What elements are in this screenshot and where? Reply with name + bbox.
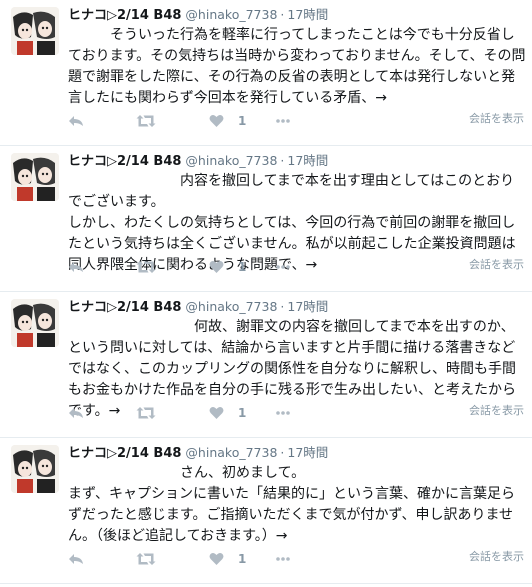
heart-icon <box>209 407 224 419</box>
user-handle[interactable]: @hinako_7738 <box>185 299 277 314</box>
reply-icon <box>69 262 83 272</box>
reply-button[interactable] <box>68 404 84 422</box>
more-dots-icon <box>276 265 290 269</box>
user-handle[interactable]: @hinako_7738 <box>185 153 277 168</box>
like-count: 1 <box>238 114 247 128</box>
display-name[interactable]: ヒナコ▷2/14 B48 <box>68 8 181 23</box>
like-count: 1 <box>238 552 247 566</box>
reply-button[interactable] <box>68 258 84 276</box>
separator-dot: · <box>280 153 285 168</box>
tweet-header: ヒナコ▷2/14 B48 @hinako_7738 · 17時間 <box>68 444 328 462</box>
tweet-header: ヒナコ▷2/14 B48 @hinako_7738 · 17時間 <box>68 6 328 24</box>
avatar[interactable] <box>11 153 59 201</box>
like-count: 1 <box>238 260 247 274</box>
like-button[interactable]: 1 <box>209 258 246 276</box>
more-button[interactable] <box>275 258 291 276</box>
tweet-actions: 1 <box>68 258 368 276</box>
separator-dot: · <box>280 7 285 22</box>
display-name[interactable]: ヒナコ▷2/14 B48 <box>68 446 181 461</box>
like-button[interactable]: 1 <box>209 404 246 422</box>
tweet-actions: 1 <box>68 404 368 422</box>
like-button[interactable]: 1 <box>209 550 246 568</box>
tweet[interactable]: ヒナコ▷2/14 B48 @hinako_7738 · 17時間 何故、謝罪文の内容を… <box>0 292 532 438</box>
retweet-button[interactable] <box>136 112 156 130</box>
tweet-timestamp[interactable]: 17時間 <box>287 7 328 22</box>
avatar[interactable] <box>11 299 59 347</box>
tweet[interactable]: ヒナコ▷2/14 B48 @hinako_7738 · 17時間 内容を撤回してまで本… <box>0 146 532 292</box>
user-handle[interactable]: @hinako_7738 <box>185 7 277 22</box>
tweet-header: ヒナコ▷2/14 B48 @hinako_7738 · 17時間 <box>68 298 328 316</box>
tweet-actions: 1 <box>68 112 368 130</box>
display-name[interactable]: ヒナコ▷2/14 B48 <box>68 154 181 169</box>
show-conversation-link[interactable]: 会話を表示 <box>469 256 524 272</box>
more-button[interactable] <box>275 550 291 568</box>
tweet-timestamp[interactable]: 17時間 <box>287 445 328 460</box>
like-count: 1 <box>238 406 247 420</box>
retweet-button[interactable] <box>136 404 156 422</box>
show-conversation-link[interactable]: 会話を表示 <box>469 548 524 564</box>
retweet-icon <box>136 407 156 419</box>
tweet-text: そういった行為を軽率に行ってしまったことは今でも十分反省しております。その気持ち… <box>68 27 526 106</box>
tweet[interactable]: ヒナコ▷2/14 B48 @hinako_7738 · 17時間 そういった行為を軽率… <box>0 0 532 146</box>
retweet-icon <box>136 553 156 565</box>
more-dots-icon <box>276 557 290 561</box>
reply-button[interactable] <box>68 112 84 130</box>
display-name[interactable]: ヒナコ▷2/14 B48 <box>68 300 181 315</box>
separator-dot: · <box>280 445 285 460</box>
reply-button[interactable] <box>68 550 84 568</box>
reply-icon <box>69 408 83 418</box>
tweet-timestamp[interactable]: 17時間 <box>287 299 328 314</box>
reply-icon <box>69 116 83 126</box>
avatar[interactable] <box>11 7 59 55</box>
retweet-button[interactable] <box>136 550 156 568</box>
tweet-header: ヒナコ▷2/14 B48 @hinako_7738 · 17時間 <box>68 152 328 170</box>
reply-icon <box>69 554 83 564</box>
show-conversation-link[interactable]: 会話を表示 <box>469 402 524 418</box>
heart-icon <box>209 261 224 273</box>
tweet-text: さん、初めまして。 まず、キャプションに書いた「結果的に」という言葉、確かに言葉… <box>68 465 516 544</box>
tweet[interactable]: ヒナコ▷2/14 B48 @hinako_7738 · 17時間 さん、初めまして。 … <box>0 438 532 584</box>
show-conversation-link[interactable]: 会話を表示 <box>469 110 524 126</box>
more-button[interactable] <box>275 404 291 422</box>
heart-icon <box>209 115 224 127</box>
like-button[interactable]: 1 <box>209 112 246 130</box>
tweet-actions: 1 <box>68 550 368 568</box>
tweet-timestamp[interactable]: 17時間 <box>287 153 328 168</box>
user-handle[interactable]: @hinako_7738 <box>185 445 277 460</box>
more-button[interactable] <box>275 112 291 130</box>
separator-dot: · <box>280 299 285 314</box>
more-dots-icon <box>276 411 290 415</box>
retweet-icon <box>136 261 156 273</box>
heart-icon <box>209 553 224 565</box>
more-dots-icon <box>276 119 290 123</box>
avatar[interactable] <box>11 445 59 493</box>
retweet-button[interactable] <box>136 258 156 276</box>
retweet-icon <box>136 115 156 127</box>
